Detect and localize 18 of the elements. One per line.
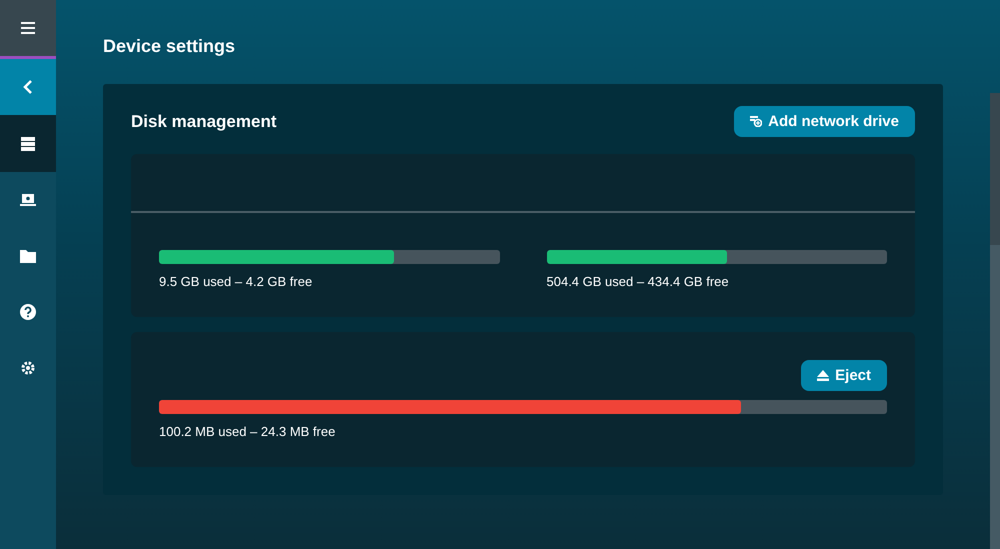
help-icon bbox=[20, 304, 36, 320]
add-network-drive-button[interactable]: Add network drive bbox=[734, 106, 915, 137]
settings-icon bbox=[20, 360, 36, 376]
section-title: Disk management bbox=[131, 112, 276, 132]
usage-text: 100.2 MB used – 24.3 MB free bbox=[159, 424, 336, 439]
server-icon bbox=[20, 136, 36, 150]
eject-icon bbox=[817, 370, 830, 381]
nav-item[interactable] bbox=[0, 115, 56, 172]
menu-button[interactable] bbox=[0, 0, 56, 59]
usage-text: 504.4 GB used – 434.4 GB free bbox=[546, 274, 730, 289]
eject-button[interactable]: Eject bbox=[801, 360, 887, 391]
chevron-left-icon bbox=[22, 79, 34, 95]
page-title: Device settings bbox=[103, 36, 236, 56]
drive-add-icon bbox=[750, 116, 762, 127]
folder-icon bbox=[20, 249, 36, 263]
laptop-icon bbox=[20, 193, 36, 207]
usage-text: 9.5 GB used – 4.2 GB free bbox=[159, 274, 314, 289]
menu-icon bbox=[20, 22, 36, 34]
